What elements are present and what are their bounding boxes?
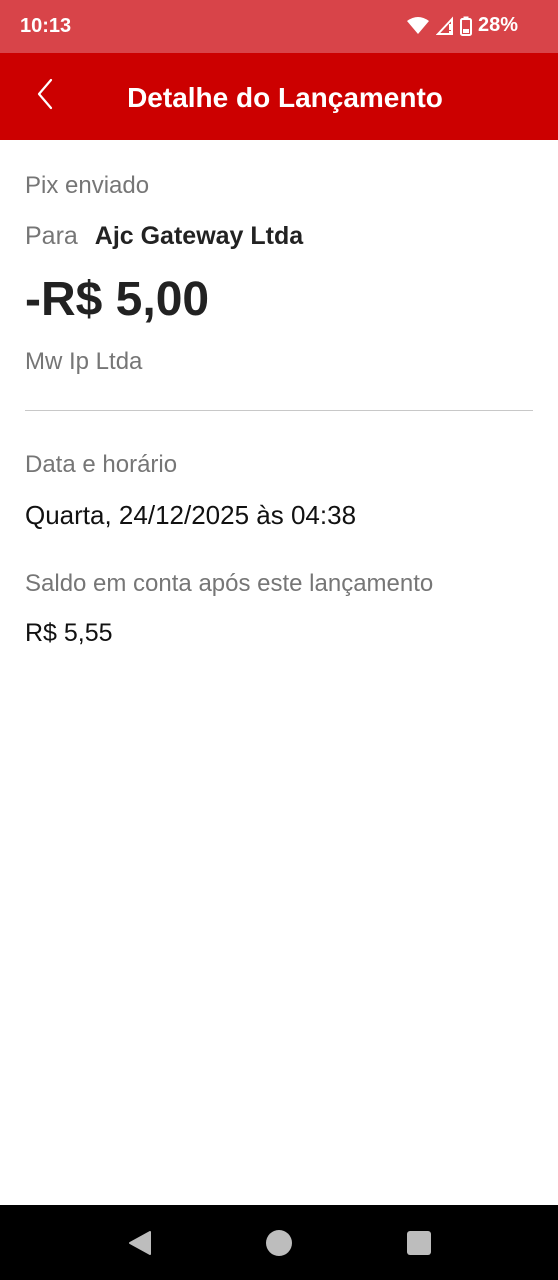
recents-square-icon	[405, 1231, 433, 1261]
divider	[25, 410, 533, 411]
recipient-prefix: Para	[25, 222, 78, 250]
wifi-icon	[406, 16, 430, 36]
recipient-row: Para Ajc Gateway Ltda	[25, 222, 303, 251]
nav-recents-button[interactable]	[405, 1229, 433, 1257]
status-time: 10:13	[20, 15, 72, 37]
status-icons: 28%	[406, 14, 518, 37]
system-nav-bar	[0, 1205, 558, 1280]
page-title: Detalhe do Lançamento	[127, 82, 443, 113]
home-circle-icon	[265, 1230, 293, 1261]
back-triangle-icon	[126, 1231, 154, 1261]
date-label: Data e horário	[25, 451, 178, 478]
battery-icon	[459, 16, 472, 36]
date-value: Quarta, 24/12/2025 às 04:38	[25, 500, 357, 530]
counterparty-name: Mw Ip Ltda	[25, 348, 143, 375]
nav-home-button[interactable]	[265, 1229, 293, 1257]
recipient-name: Ajc Gateway Ltda	[94, 222, 304, 250]
signal-icon	[435, 15, 454, 36]
transaction-amount: -R$ 5,00	[25, 273, 210, 326]
balance-value: R$ 5,55	[25, 619, 113, 647]
status-bar: 10:13 28%	[0, 0, 558, 53]
balance-label: Saldo em conta após este lançamento	[25, 570, 434, 597]
transaction-type: Pix enviado	[25, 172, 150, 199]
nav-back-button[interactable]	[126, 1229, 154, 1257]
app-bar: Detalhe do Lançamento	[0, 53, 558, 140]
battery-percentage: 28%	[477, 14, 518, 36]
